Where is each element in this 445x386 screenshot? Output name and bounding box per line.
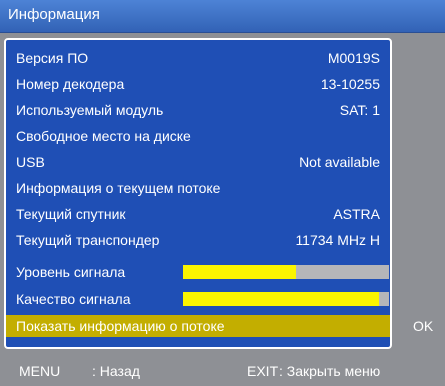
row-signal-level: Уровень сигнала	[16, 260, 389, 284]
signal-level-label: Уровень сигнала	[16, 264, 126, 280]
row-satellite: Текущий спутник ASTRA	[16, 202, 380, 226]
usb-label: USB	[16, 154, 45, 170]
window-title: Информация	[8, 6, 100, 23]
satellite-label: Текущий спутник	[16, 206, 126, 222]
decoder-number-label: Номер декодера	[16, 76, 125, 92]
transponder-label: Текущий транспондер	[16, 232, 160, 248]
row-transponder: Текущий транспондер 11734 MHz H	[16, 228, 380, 252]
title-bar: Информация	[0, 0, 445, 33]
exit-key: EXIT	[247, 363, 279, 379]
info-panel: Версия ПО M0019S Номер декодера 13-10255…	[4, 38, 392, 349]
row-software-version: Версия ПО M0019S	[16, 46, 380, 70]
satellite-value: ASTRA	[333, 206, 380, 222]
signal-level-fill	[183, 265, 297, 279]
signal-quality-label: Качество сигнала	[16, 291, 131, 307]
show-stream-info-label: Показать информацию о потоке	[16, 318, 225, 334]
disk-space-label: Свободное место на диске	[16, 128, 191, 144]
transponder-value: 11734 MHz H	[295, 232, 380, 248]
usb-value: Not available	[299, 154, 380, 170]
decoder-number-value: 13-10255	[320, 76, 380, 92]
row-usb: USB Not available	[16, 150, 380, 174]
menu-back-hint: : Назад	[92, 363, 140, 379]
footer-hints: MENU : Назад EXIT : Закрыть меню	[0, 356, 445, 386]
row-disk-space: Свободное место на диске	[16, 124, 380, 148]
software-version-label: Версия ПО	[16, 50, 89, 66]
signal-quality-bar	[183, 292, 389, 306]
stream-info-label: Информация о текущем потоке	[16, 180, 221, 196]
menu-key: MENU	[19, 363, 61, 379]
ok-hint: OK	[413, 318, 434, 334]
row-module: Используемый модуль SAT: 1	[16, 98, 380, 122]
module-label: Используемый модуль	[16, 102, 164, 118]
exit-close-hint: : Закрыть меню	[279, 363, 381, 379]
software-version-value: M0019S	[327, 50, 380, 66]
row-stream-info: Информация о текущем потоке	[16, 176, 380, 200]
signal-quality-fill	[183, 292, 379, 306]
show-stream-info-button[interactable]: Показать информацию о потоке	[6, 315, 390, 337]
signal-level-bar	[183, 265, 389, 279]
row-signal-quality: Качество сигнала	[16, 287, 389, 311]
row-decoder-number: Номер декодера 13-10255	[16, 72, 380, 96]
module-value: SAT: 1	[339, 102, 380, 118]
